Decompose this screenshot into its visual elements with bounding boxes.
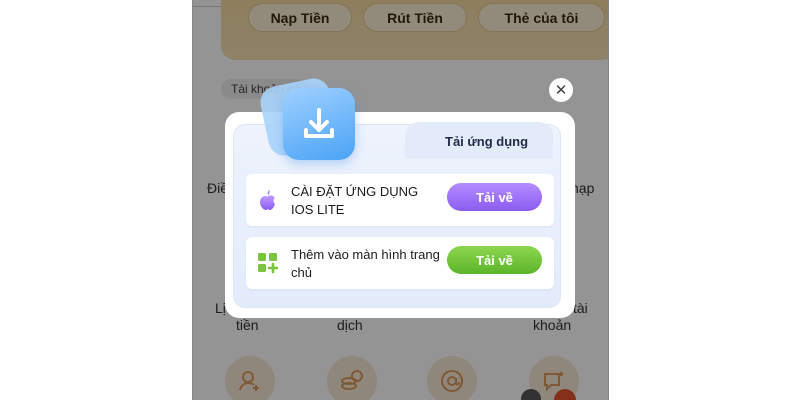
grid-add-icon bbox=[257, 252, 279, 274]
ios-install-text: CÀI ĐẶT ỨNG DỤNG IOS LITE bbox=[291, 184, 419, 217]
tab-download-app[interactable]: Tải ứng dụng bbox=[445, 134, 528, 149]
apple-icon bbox=[257, 189, 279, 211]
download-icon bbox=[283, 88, 355, 160]
ios-download-button[interactable]: Tải về bbox=[447, 183, 542, 211]
add-to-home-text: Thêm vào màn hình trang chủ bbox=[291, 247, 440, 280]
add-to-home-download-button[interactable]: Tải về bbox=[447, 246, 542, 274]
close-button[interactable]: ✕ bbox=[549, 78, 573, 102]
add-to-home-option: Thêm vào màn hình trang chủ Tải về bbox=[246, 237, 554, 289]
ios-install-option: CÀI ĐẶT ỨNG DỤNG IOS LITE Tải về bbox=[246, 174, 554, 226]
